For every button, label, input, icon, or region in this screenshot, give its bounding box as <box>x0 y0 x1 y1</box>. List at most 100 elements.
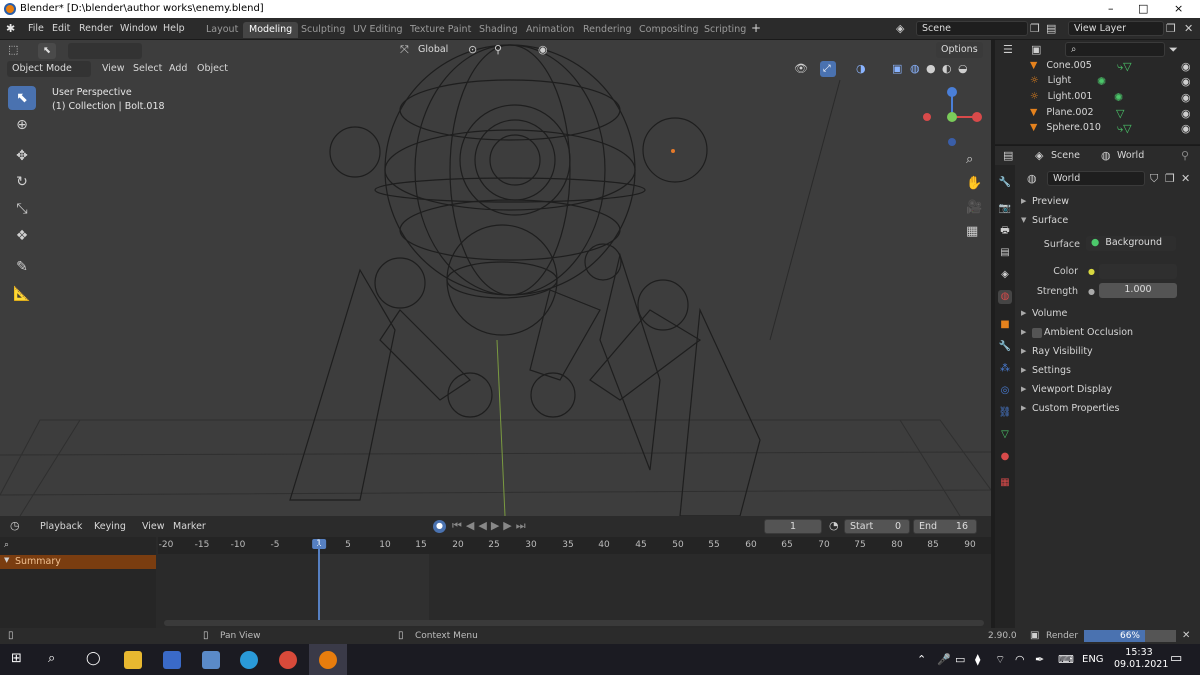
dropbox-icon[interactable]: ⧫ <box>975 654 980 666</box>
outliner-editor-type-icon[interactable]: ☰ <box>1003 44 1013 56</box>
close-window-button[interactable]: × <box>1174 2 1183 15</box>
transform-tool-icon[interactable]: ❖ <box>8 224 36 248</box>
keyboard-icon[interactable]: ⌨ <box>1058 654 1074 666</box>
visibility-eye-icon[interactable]: ◉ <box>1181 61 1191 73</box>
perspective-toggle-icon[interactable]: ▦ <box>966 225 978 238</box>
microphone-icon[interactable]: 🎤 <box>937 654 951 666</box>
editor-type-icon[interactable]: ⬚ <box>8 44 18 56</box>
pin-icon[interactable]: ⚲ <box>1181 150 1189 162</box>
windows-start-icon[interactable]: ⊞ <box>11 652 22 665</box>
transform-orientation-icon[interactable]: ⤧ <box>400 44 409 56</box>
pen-icon[interactable]: ✒ <box>1035 654 1044 666</box>
tab-texture-paint[interactable]: Texture Paint <box>404 22 477 38</box>
tab-scripting[interactable]: Scripting <box>698 22 752 38</box>
menu-render[interactable]: Render <box>79 23 113 34</box>
menu-help[interactable]: Help <box>163 23 185 34</box>
ambient-occlusion-checkbox[interactable] <box>1032 328 1042 338</box>
new-world-icon[interactable]: ❐ <box>1165 173 1175 185</box>
menu-file[interactable]: File <box>28 23 44 34</box>
timeline-ruler[interactable]: -20 -15 -10 -5 1 5 10 15 20 25 30 35 40 … <box>158 537 991 554</box>
modifier-tab-icon[interactable]: 🔧 <box>998 340 1012 354</box>
new-scene-icon[interactable]: ❐ <box>1030 23 1040 35</box>
gizmo-toggle-icon[interactable]: ⤢ <box>820 61 836 77</box>
viewport-menu-view[interactable]: View <box>102 63 125 74</box>
object-tab-icon[interactable]: ■ <box>998 318 1012 332</box>
maximize-button[interactable]: □ <box>1138 2 1148 15</box>
world-tab-icon[interactable]: ◍ <box>998 290 1012 304</box>
outliner-item[interactable]: ▼ Plane.002 <box>1030 107 1094 122</box>
playhead-line[interactable] <box>318 545 320 621</box>
viewport-menu-add[interactable]: Add <box>169 63 187 74</box>
mesh-data-icon[interactable]: ▽ <box>1116 108 1124 120</box>
summary-row[interactable]: ▼ Summary <box>0 555 156 569</box>
tab-compositing[interactable]: Compositing <box>633 22 705 38</box>
xray-icon[interactable]: ▣ <box>892 63 902 75</box>
tab-modeling[interactable]: Modeling <box>243 22 299 38</box>
store-icon[interactable] <box>163 651 181 669</box>
orientation-dropdown[interactable]: Global <box>413 43 461 58</box>
tab-shading[interactable]: Shading <box>473 22 524 38</box>
panel-viewport-display[interactable]: ▶ Viewport Display <box>1020 382 1198 400</box>
output-tab-icon[interactable]: 🖶 <box>998 224 1012 238</box>
rendered-shading-icon[interactable]: ◒ <box>958 63 968 75</box>
panel-custom-properties[interactable]: ▶ Custom Properties <box>1020 401 1198 419</box>
fake-user-icon[interactable]: ⛉ <box>1150 173 1158 185</box>
filter-icon[interactable]: ⏷ <box>1169 44 1178 56</box>
panel-settings[interactable]: ▶ Settings <box>1020 363 1198 381</box>
overlays-icon[interactable]: ◑ <box>856 63 866 75</box>
cursor-tool-icon[interactable]: ⊕ <box>8 113 36 137</box>
zoom-icon[interactable]: ⌕ <box>966 153 973 166</box>
timeline-editor-type-icon[interactable]: ◷ <box>10 520 20 532</box>
world-data-icon[interactable]: ◍ <box>1027 173 1037 185</box>
new-view-layer-icon[interactable]: ❐ <box>1166 23 1176 35</box>
battery-icon[interactable]: ▭ <box>955 654 965 666</box>
render-tab-icon[interactable]: 📷 <box>998 202 1012 216</box>
view-layer-icon[interactable]: ▤ <box>1046 23 1056 35</box>
timeline-menu-playback[interactable]: Playback <box>40 521 82 532</box>
add-workspace-button[interactable]: + <box>751 21 761 35</box>
move-tool-icon[interactable]: ✥ <box>8 144 36 168</box>
panel-preview[interactable]: ▶ Preview <box>1020 194 1198 212</box>
material-shading-icon[interactable]: ◐ <box>942 63 952 75</box>
tray-arrow-icon[interactable]: ⌃ <box>917 654 926 666</box>
app-icon[interactable] <box>202 651 220 669</box>
physics-tab-icon[interactable]: ◎ <box>998 384 1012 398</box>
snap-icon[interactable]: ⚲ <box>494 44 502 56</box>
wifi-icon[interactable]: ◠ <box>1015 654 1025 666</box>
scale-tool-icon[interactable]: ⤡ <box>8 197 36 221</box>
timeline-menu-view[interactable]: View <box>142 521 165 532</box>
visibility-eye-icon[interactable]: ◉ <box>1181 76 1191 88</box>
panel-ray-visibility[interactable]: ▶ Ray Visibility <box>1020 344 1198 362</box>
blender-menu-icon[interactable]: ✱ <box>6 23 15 35</box>
timeline-scrollbar[interactable] <box>164 620 984 626</box>
clock[interactable]: 15:33 09.01.2021 <box>1114 647 1168 671</box>
visibility-eye-icon[interactable]: ◉ <box>1181 123 1191 135</box>
material-tab-icon[interactable]: ● <box>998 450 1012 464</box>
breadcrumb-scene[interactable]: Scene <box>1051 150 1080 161</box>
timeline-menu-keying[interactable]: Keying <box>94 521 126 532</box>
end-frame-field[interactable]: End 16 <box>913 519 977 534</box>
light-data-icon[interactable]: ✺ <box>1114 92 1123 104</box>
options-dropdown[interactable]: Options <box>936 42 983 58</box>
menu-edit[interactable]: Edit <box>52 23 70 34</box>
start-frame-field[interactable]: Start 0 <box>844 519 910 534</box>
visibility-eye-icon[interactable]: ◉ <box>1181 92 1191 104</box>
panel-volume[interactable]: ▶ Volume <box>1020 306 1198 324</box>
tab-layout[interactable]: Layout <box>200 22 244 38</box>
world-name-field[interactable]: World <box>1047 171 1145 186</box>
scene-icon[interactable]: ◈ <box>896 23 904 35</box>
tab-uv-editing[interactable]: UV Editing <box>347 22 409 38</box>
texture-tab-icon[interactable]: ▦ <box>998 476 1012 490</box>
visibility-eye-icon[interactable]: 👁 <box>794 63 808 75</box>
language-indicator[interactable]: ENG <box>1082 654 1104 665</box>
unlink-world-icon[interactable]: ✕ <box>1181 173 1190 185</box>
measure-tool-icon[interactable]: 📐 <box>8 282 36 306</box>
display-mode-icon[interactable]: ▣ <box>1031 44 1041 56</box>
constraints-tab-icon[interactable]: ⛓ <box>998 406 1012 420</box>
light-data-icon[interactable]: ✺ <box>1097 76 1106 88</box>
panel-surface[interactable]: ▼ Surface <box>1020 213 1198 231</box>
file-explorer-icon[interactable] <box>124 651 142 669</box>
annotate-tool-icon[interactable]: ✎ <box>8 255 36 279</box>
panel-ambient-occlusion[interactable]: ▶ Ambient Occlusion <box>1020 325 1198 343</box>
outliner-item[interactable]: ▼ Sphere.010 <box>1030 122 1101 137</box>
